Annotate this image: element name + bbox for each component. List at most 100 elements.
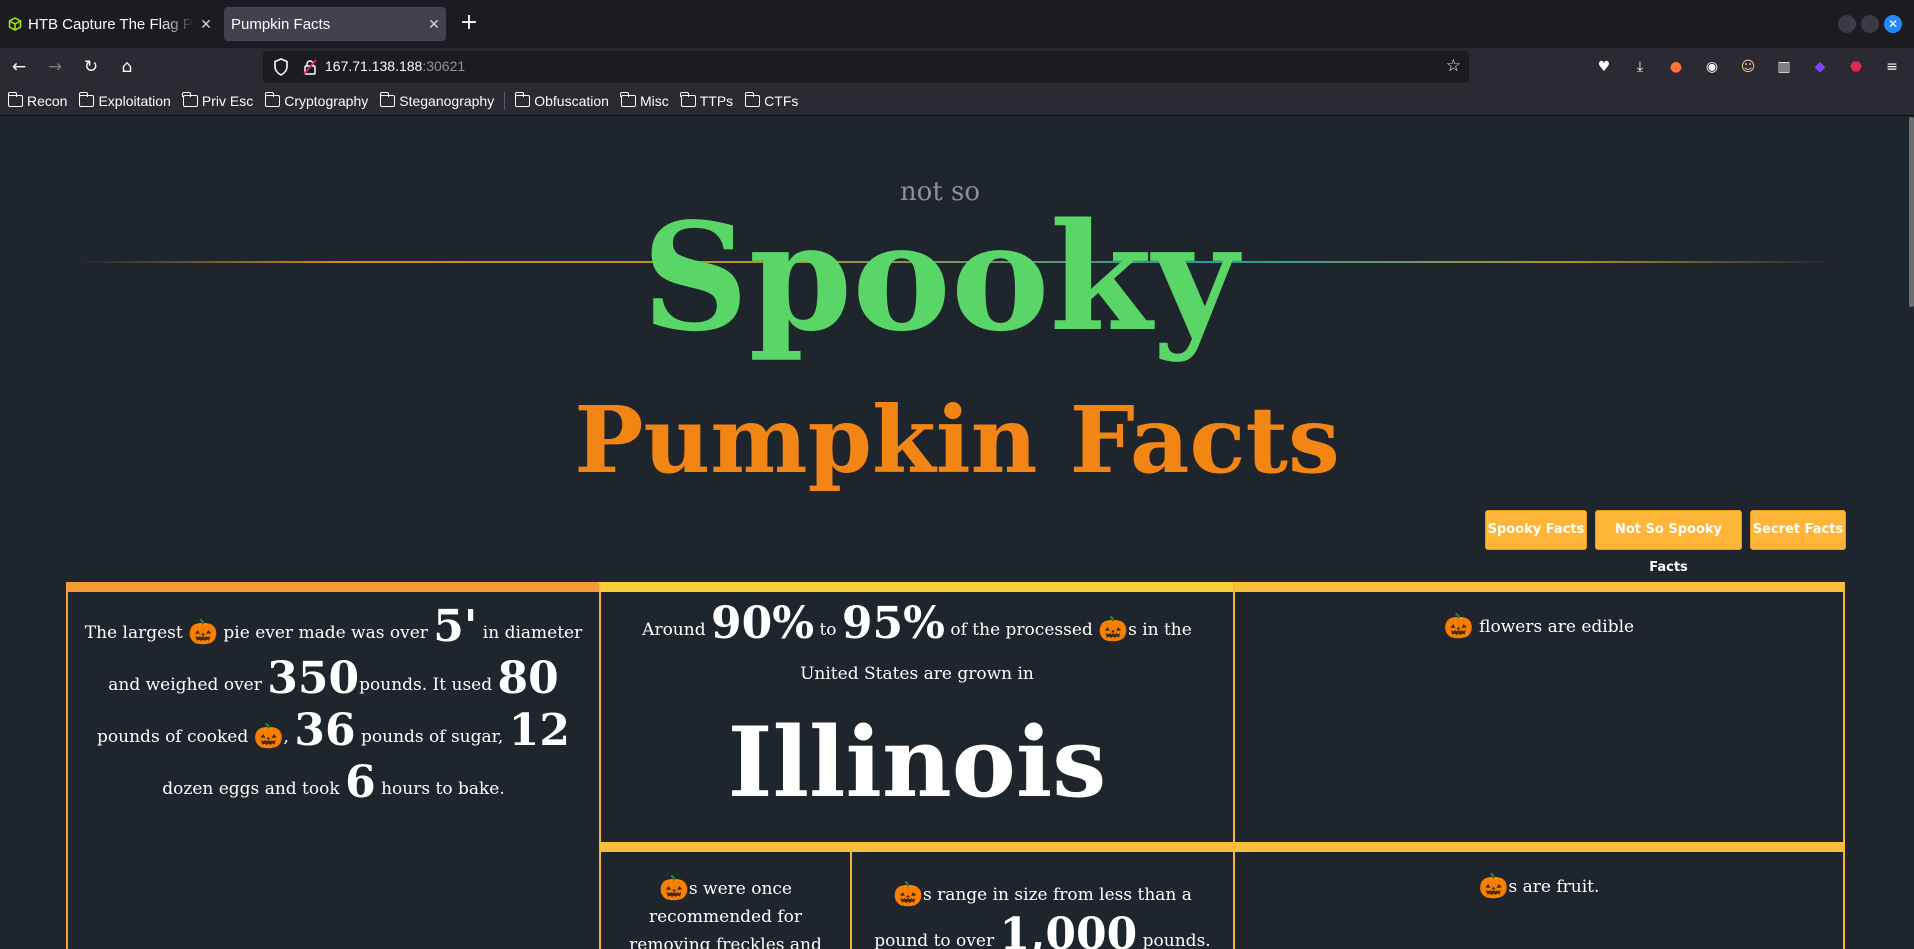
fact-text-part: The largest: [84, 623, 189, 643]
fact-number: 90%: [711, 598, 815, 649]
pumpkin-icon: 🎃: [188, 618, 218, 646]
bookmark-label: CTFs: [764, 92, 799, 109]
secret-facts-button[interactable]: Secret Facts: [1750, 510, 1846, 550]
bookmark-label: Recon: [27, 92, 68, 109]
spooky-facts-button[interactable]: Spooky Facts: [1485, 510, 1587, 550]
bookmark-separator: [504, 91, 506, 110]
folder-icon: [620, 91, 636, 107]
fact-text: 🎃 flowers are edible: [1235, 592, 1843, 640]
pumpkin-icon: 🎃: [659, 874, 689, 902]
pumpkin-icon: 🎃: [1478, 872, 1509, 900]
folder-icon: [514, 91, 531, 107]
pumpkin-icon: 🎃: [893, 880, 923, 908]
minimize-icon[interactable]: [1838, 15, 1856, 33]
tab-pumpkin-facts[interactable]: Pumpkin Facts ✕: [224, 7, 446, 41]
tab-htb[interactable]: HTB Capture The Flag Pla ✕: [2, 7, 218, 41]
fact-text-part: Around: [642, 620, 711, 640]
pumpkin-icon: 🎃: [253, 722, 284, 750]
navigation-toolbar: ← → ↻ ⌂ 167.71.138.188:30621 ☆ ♥ ⤓ ● ◉ ☺…: [0, 48, 1914, 86]
fact-number: 6: [345, 757, 376, 808]
fact-text-part: to: [814, 620, 842, 640]
bookmark-label: Misc: [639, 92, 669, 109]
tab-strip: HTB Capture The Flag Pla ✕ Pumpkin Facts…: [0, 0, 1914, 48]
bookmark-folder-steganography[interactable]: Steganography: [379, 91, 495, 109]
bookmark-star-icon[interactable]: ☆: [1446, 56, 1461, 76]
fact-number: 350: [267, 653, 360, 704]
fact-text: 🎃s range in size from less than a pound …: [852, 852, 1233, 949]
ublock-icon[interactable]: ⬣: [1847, 58, 1865, 76]
fact-number: 95%: [841, 598, 945, 649]
pumpkin-icon: 🎃: [1098, 615, 1129, 643]
bookmark-label: Priv Esc: [201, 92, 254, 109]
folder-icon: [379, 91, 396, 107]
page-scrollbar[interactable]: [1909, 117, 1914, 307]
bookmark-folder-cryptography[interactable]: Cryptography: [264, 91, 369, 109]
fact-text-part: pounds. It used: [359, 675, 498, 695]
tab-title: HTB Capture The Flag Pla: [28, 15, 194, 33]
bookmark-folder-priv-esc[interactable]: Priv Esc: [182, 91, 254, 109]
fact-text: 🎃s are fruit.: [1235, 852, 1843, 900]
fact-text-part: hours to bake.: [375, 779, 505, 799]
fact-text-part: ,: [283, 727, 295, 747]
back-arrow-icon[interactable]: ←: [6, 54, 32, 80]
bookmark-label: Cryptography: [284, 92, 369, 109]
fact-number: 80: [497, 653, 559, 704]
fact-card-freckles: 🎃s were once recommended for removing fr…: [599, 842, 852, 949]
bookmark-label: TTPs: [699, 92, 734, 109]
folder-icon: [680, 91, 696, 107]
foxyproxy-icon[interactable]: ●: [1667, 58, 1685, 76]
folder-icon: [182, 91, 198, 107]
fact-number: 5': [433, 601, 478, 652]
illinois-highlight: Illinois: [727, 706, 1107, 819]
bookmark-label: Obfuscation: [534, 92, 609, 109]
extension-purple-icon[interactable]: ◆: [1811, 58, 1829, 76]
close-window-icon[interactable]: ✕: [1884, 15, 1902, 33]
url-host: 167.71.138.188: [325, 58, 423, 74]
fact-text: 🎃s were once recommended for removing fr…: [601, 852, 850, 949]
header-spooky-title: Spooky: [641, 190, 1239, 364]
pocket-icon[interactable]: ♥: [1595, 58, 1613, 76]
home-icon[interactable]: ⌂: [114, 54, 140, 80]
maximize-icon[interactable]: [1861, 15, 1879, 33]
tab-close-icon[interactable]: ✕: [422, 16, 446, 33]
bookmark-folder-ctfs[interactable]: CTFs: [744, 91, 799, 109]
tab-close-icon[interactable]: ✕: [194, 16, 218, 33]
fact-text-part: pie ever made was over: [218, 623, 434, 643]
wappalyzer-icon[interactable]: ☺: [1739, 58, 1757, 76]
page-content: not so Spooky Pumpkin Facts Spooky Facts…: [0, 117, 1914, 949]
fact-card-illinois: Around 90% to 95% of the processed 🎃s in…: [599, 582, 1235, 844]
new-tab-plus-icon[interactable]: +: [455, 10, 483, 38]
bookmark-label: Steganography: [399, 92, 495, 109]
bookmark-folder-recon[interactable]: Recon: [7, 91, 68, 109]
folder-icon: [744, 91, 761, 107]
downloads-icon[interactable]: ⤓: [1631, 58, 1649, 76]
bookmark-folder-obfuscation[interactable]: Obfuscation: [514, 91, 609, 109]
fact-text-part: pounds of sugar,: [355, 727, 509, 747]
url-text: 167.71.138.188:30621: [325, 58, 465, 74]
menu-hamburger-icon[interactable]: ≡: [1883, 58, 1901, 76]
insecure-lock-icon[interactable]: [303, 59, 317, 75]
not-so-spooky-facts-button[interactable]: Not So Spooky Facts: [1595, 510, 1742, 575]
fact-text-part: dozen eggs and took: [162, 779, 346, 799]
bookmark-label: Exploitation: [98, 92, 171, 109]
fact-text-part: pounds.: [1137, 931, 1211, 949]
bookmarks-toolbar: Recon Exploitation Priv Esc Cryptography…: [0, 86, 1914, 116]
bookmark-folder-ttps[interactable]: TTPs: [680, 91, 734, 109]
folder-icon: [264, 91, 281, 107]
folder-icon: [7, 91, 23, 107]
reload-icon[interactable]: ↻: [78, 54, 104, 80]
fact-number: 36: [294, 705, 356, 756]
shield-icon[interactable]: [273, 58, 289, 76]
bookmark-folder-misc[interactable]: Misc: [620, 91, 669, 109]
fact-number: 1,000: [999, 909, 1138, 949]
address-bar[interactable]: 167.71.138.188:30621 ☆: [263, 51, 1469, 83]
fact-card-largest-pie: The largest 🎃 pie ever made was over 5' …: [66, 582, 601, 949]
fact-text-part: s are fruit.: [1508, 877, 1600, 897]
fact-card-fruit: 🎃s are fruit.: [1233, 842, 1845, 949]
trash-icon[interactable]: ▥: [1775, 58, 1793, 76]
cookie-icon[interactable]: ◉: [1703, 58, 1721, 76]
forward-arrow-icon[interactable]: →: [42, 54, 68, 80]
fact-text: Around 90% to 95% of the processed 🎃s in…: [601, 592, 1233, 696]
fact-card-size: 🎃s range in size from less than a pound …: [850, 842, 1235, 949]
bookmark-folder-exploitation[interactable]: Exploitation: [78, 91, 171, 109]
